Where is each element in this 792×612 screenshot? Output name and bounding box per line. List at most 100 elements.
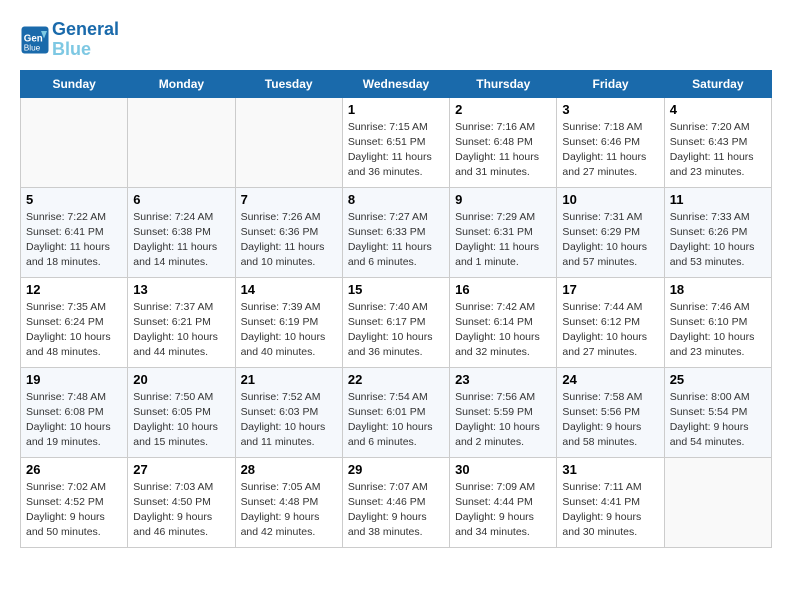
calendar-cell: 22Sunrise: 7:54 AM Sunset: 6:01 PM Dayli… — [342, 367, 449, 457]
calendar-table: SundayMondayTuesdayWednesdayThursdayFrid… — [20, 70, 772, 548]
day-info: Sunrise: 7:35 AM Sunset: 6:24 PM Dayligh… — [26, 300, 122, 361]
calendar-cell: 26Sunrise: 7:02 AM Sunset: 4:52 PM Dayli… — [21, 457, 128, 547]
day-info: Sunrise: 7:07 AM Sunset: 4:46 PM Dayligh… — [348, 480, 444, 541]
calendar-cell: 8 Sunrise: 7:27 AM Sunset: 6:33 PM Daylig… — [342, 187, 449, 277]
weekday-header-sunday: Sunday — [21, 70, 128, 97]
day-number: 23 — [455, 372, 551, 387]
day-number: 8 — [348, 192, 444, 207]
day-info: Sunrise: 7:24 AM Sunset: 6:38 PM Dayligh… — [133, 210, 229, 271]
calendar-cell: 12 Sunrise: 7:35 AM Sunset: 6:24 PM Dayli… — [21, 277, 128, 367]
day-number: 5 — [26, 192, 122, 207]
day-info: Sunrise: 7:26 AM Sunset: 6:36 PM Dayligh… — [241, 210, 337, 271]
weekday-header-wednesday: Wednesday — [342, 70, 449, 97]
day-info: Sunrise: 7:56 AM Sunset: 5:59 PM Dayligh… — [455, 390, 551, 451]
day-number: 30 — [455, 462, 551, 477]
calendar-cell — [235, 97, 342, 187]
calendar-cell: 15 Sunrise: 7:40 AM Sunset: 6:17 PM Dayli… — [342, 277, 449, 367]
day-number: 3 — [562, 102, 658, 117]
day-info: Sunrise: 7:40 AM Sunset: 6:17 PM Dayligh… — [348, 300, 444, 361]
calendar-cell: 21 Sunrise: 7:52 AM Sunset: 6:03 PM Dayli… — [235, 367, 342, 457]
calendar-cell — [128, 97, 235, 187]
calendar-cell: 30Sunrise: 7:09 AM Sunset: 4:44 PM Dayli… — [450, 457, 557, 547]
day-number: 28 — [241, 462, 337, 477]
day-number: 25 — [670, 372, 766, 387]
calendar-cell: 2 Sunrise: 7:16 AM Sunset: 6:48 PM Daylig… — [450, 97, 557, 187]
calendar-cell: 25 Sunrise: 8:00 AM Sunset: 5:54 PM Dayli… — [664, 367, 771, 457]
calendar-cell: 11 Sunrise: 7:33 AM Sunset: 6:26 PM Dayli… — [664, 187, 771, 277]
day-info: Sunrise: 7:58 AM Sunset: 5:56 PM Dayligh… — [562, 390, 658, 451]
day-info: Sunrise: 7:54 AM Sunset: 6:01 PM Dayligh… — [348, 390, 444, 451]
calendar-cell: 4 Sunrise: 7:20 AM Sunset: 6:43 PM Daylig… — [664, 97, 771, 187]
day-info: Sunrise: 7:03 AM Sunset: 4:50 PM Dayligh… — [133, 480, 229, 541]
day-number: 21 — [241, 372, 337, 387]
calendar-cell: 24 Sunrise: 7:58 AM Sunset: 5:56 PM Dayli… — [557, 367, 664, 457]
day-info: Sunrise: 8:00 AM Sunset: 5:54 PM Dayligh… — [670, 390, 766, 451]
calendar-week-4: 19 Sunrise: 7:48 AM Sunset: 6:08 PM Dayli… — [21, 367, 772, 457]
day-info: Sunrise: 7:44 AM Sunset: 6:12 PM Dayligh… — [562, 300, 658, 361]
weekday-header-thursday: Thursday — [450, 70, 557, 97]
day-number: 27 — [133, 462, 229, 477]
day-info: Sunrise: 7:31 AM Sunset: 6:29 PM Dayligh… — [562, 210, 658, 271]
weekday-header-monday: Monday — [128, 70, 235, 97]
weekday-header-saturday: Saturday — [664, 70, 771, 97]
page-header: Gen Blue GeneralBlue — [20, 20, 772, 60]
weekday-header-friday: Friday — [557, 70, 664, 97]
day-info: Sunrise: 7:11 AM Sunset: 4:41 PM Dayligh… — [562, 480, 658, 541]
day-info: Sunrise: 7:52 AM Sunset: 6:03 PM Dayligh… — [241, 390, 337, 451]
day-number: 31 — [562, 462, 658, 477]
day-number: 15 — [348, 282, 444, 297]
calendar-cell: 5 Sunrise: 7:22 AM Sunset: 6:41 PM Daylig… — [21, 187, 128, 277]
day-number: 9 — [455, 192, 551, 207]
day-info: Sunrise: 7:37 AM Sunset: 6:21 PM Dayligh… — [133, 300, 229, 361]
day-number: 12 — [26, 282, 122, 297]
calendar-cell: 27 Sunrise: 7:03 AM Sunset: 4:50 PM Dayli… — [128, 457, 235, 547]
calendar-cell: 23 Sunrise: 7:56 AM Sunset: 5:59 PM Dayli… — [450, 367, 557, 457]
calendar-cell: 17Sunrise: 7:44 AM Sunset: 6:12 PM Dayli… — [557, 277, 664, 367]
day-number: 24 — [562, 372, 658, 387]
calendar-cell: 7 Sunrise: 7:26 AM Sunset: 6:36 PM Daylig… — [235, 187, 342, 277]
day-info: Sunrise: 7:27 AM Sunset: 6:33 PM Dayligh… — [348, 210, 444, 271]
calendar-cell: 16 Sunrise: 7:42 AM Sunset: 6:14 PM Dayli… — [450, 277, 557, 367]
calendar-cell: 1Sunrise: 7:15 AM Sunset: 6:51 PM Daylig… — [342, 97, 449, 187]
day-info: Sunrise: 7:16 AM Sunset: 6:48 PM Dayligh… — [455, 120, 551, 181]
day-number: 6 — [133, 192, 229, 207]
day-number: 18 — [670, 282, 766, 297]
day-info: Sunrise: 7:48 AM Sunset: 6:08 PM Dayligh… — [26, 390, 122, 451]
calendar-cell: 6 Sunrise: 7:24 AM Sunset: 6:38 PM Daylig… — [128, 187, 235, 277]
day-info: Sunrise: 7:33 AM Sunset: 6:26 PM Dayligh… — [670, 210, 766, 271]
day-number: 4 — [670, 102, 766, 117]
logo-icon: Gen Blue — [20, 25, 50, 55]
day-info: Sunrise: 7:39 AM Sunset: 6:19 PM Dayligh… — [241, 300, 337, 361]
day-info: Sunrise: 7:29 AM Sunset: 6:31 PM Dayligh… — [455, 210, 551, 271]
calendar-cell: 20 Sunrise: 7:50 AM Sunset: 6:05 PM Dayli… — [128, 367, 235, 457]
day-number: 20 — [133, 372, 229, 387]
day-number: 7 — [241, 192, 337, 207]
calendar-cell: 19 Sunrise: 7:48 AM Sunset: 6:08 PM Dayli… — [21, 367, 128, 457]
day-number: 19 — [26, 372, 122, 387]
calendar-cell: 18 Sunrise: 7:46 AM Sunset: 6:10 PM Dayli… — [664, 277, 771, 367]
day-info: Sunrise: 7:18 AM Sunset: 6:46 PM Dayligh… — [562, 120, 658, 181]
day-number: 10 — [562, 192, 658, 207]
calendar-cell: 31 Sunrise: 7:11 AM Sunset: 4:41 PM Dayli… — [557, 457, 664, 547]
day-number: 26 — [26, 462, 122, 477]
day-info: Sunrise: 7:20 AM Sunset: 6:43 PM Dayligh… — [670, 120, 766, 181]
calendar-cell: 14 Sunrise: 7:39 AM Sunset: 6:19 PM Dayli… — [235, 277, 342, 367]
calendar-week-2: 5 Sunrise: 7:22 AM Sunset: 6:41 PM Daylig… — [21, 187, 772, 277]
logo: Gen Blue GeneralBlue — [20, 20, 119, 60]
day-number: 2 — [455, 102, 551, 117]
calendar-cell — [664, 457, 771, 547]
day-info: Sunrise: 7:05 AM Sunset: 4:48 PM Dayligh… — [241, 480, 337, 541]
day-info: Sunrise: 7:50 AM Sunset: 6:05 PM Dayligh… — [133, 390, 229, 451]
day-info: Sunrise: 7:15 AM Sunset: 6:51 PM Dayligh… — [348, 120, 444, 181]
calendar-cell: 3 Sunrise: 7:18 AM Sunset: 6:46 PM Daylig… — [557, 97, 664, 187]
day-info: Sunrise: 7:42 AM Sunset: 6:14 PM Dayligh… — [455, 300, 551, 361]
weekday-header-tuesday: Tuesday — [235, 70, 342, 97]
calendar-week-5: 26Sunrise: 7:02 AM Sunset: 4:52 PM Dayli… — [21, 457, 772, 547]
day-info: Sunrise: 7:22 AM Sunset: 6:41 PM Dayligh… — [26, 210, 122, 271]
calendar-cell — [21, 97, 128, 187]
day-number: 29 — [348, 462, 444, 477]
day-number: 11 — [670, 192, 766, 207]
day-number: 16 — [455, 282, 551, 297]
day-number: 14 — [241, 282, 337, 297]
day-info: Sunrise: 7:46 AM Sunset: 6:10 PM Dayligh… — [670, 300, 766, 361]
